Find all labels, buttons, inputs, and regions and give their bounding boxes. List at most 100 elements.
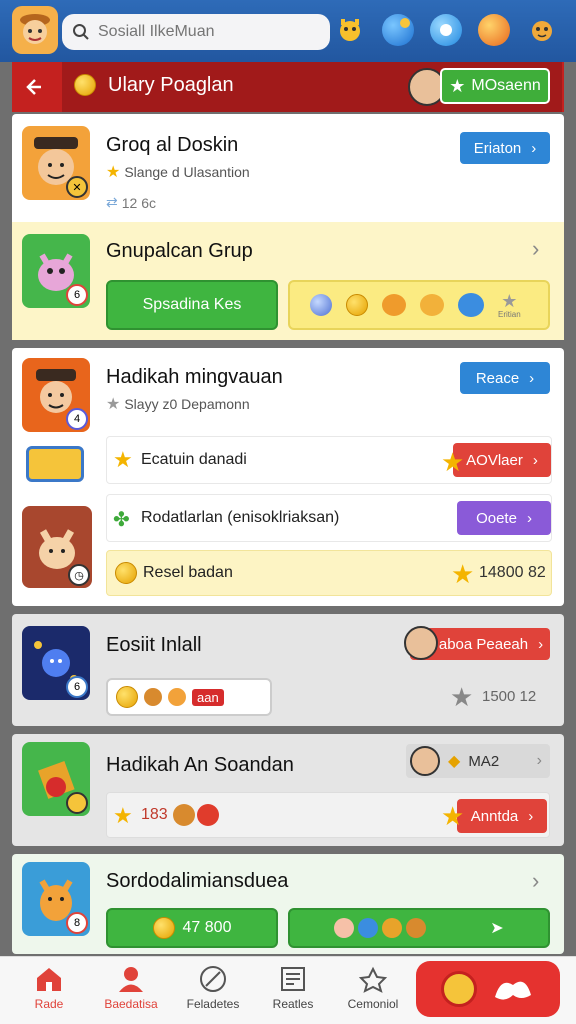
reward-value: 14800 82 — [479, 564, 546, 581]
nav-item-profile[interactable]: Baedatisa — [98, 965, 164, 1021]
level-badge-icon: 4 — [66, 408, 88, 430]
creature-icon — [495, 981, 531, 1000]
special-action-button[interactable] — [416, 961, 560, 1017]
card-title: Groq al Doskin — [106, 134, 239, 156]
nav-item-explore[interactable]: Feladetes — [180, 965, 246, 1021]
star-icon: ★ — [450, 682, 474, 712]
orb-icon — [310, 294, 332, 316]
reward-row[interactable]: Resel badan ★ 14800 82 — [106, 550, 552, 596]
pet-icon — [382, 918, 403, 938]
star-icon: ★ — [441, 801, 465, 831]
pet-thumbnail[interactable]: ◷ — [22, 506, 92, 588]
community-icon — [358, 966, 388, 993]
pet-icon — [334, 918, 355, 938]
card-thumbnail[interactable] — [22, 742, 90, 816]
arrow-right-icon: ➤ — [490, 920, 504, 937]
level-badge-icon: 6 — [66, 284, 88, 306]
header-action-button[interactable]: ★ MOsaenn — [440, 68, 550, 104]
card-meta: ⇄ 12 6c — [106, 194, 156, 211]
arrow-left-icon — [26, 79, 41, 95]
news-icon — [281, 967, 305, 991]
reward-row[interactable]: ✤ Rodatlarlan (enisoklriaksan) Ooete › — [106, 494, 552, 542]
link-icon: ⇄ — [106, 194, 118, 210]
character-avatar-icon — [20, 14, 50, 44]
bottom-navigation: Rade Baedatisa Feladetes Reatles Cemonio… — [0, 956, 576, 1024]
nav-item-home[interactable]: Rade — [16, 965, 82, 1021]
compass-icon — [200, 966, 226, 992]
search-icon — [73, 24, 89, 40]
pet-icon — [197, 804, 219, 826]
chevron-right-icon[interactable]: › — [532, 868, 539, 894]
profile-avatar[interactable] — [12, 6, 58, 54]
group-title: Gnupalcan Grup — [106, 240, 253, 262]
chevron-right-icon[interactable]: › — [532, 236, 539, 262]
card-thumbnail[interactable]: 8 — [22, 862, 90, 936]
pet-icon[interactable] — [526, 14, 558, 46]
home-icon — [37, 968, 61, 991]
nav-item-community[interactable]: Cemoniol — [340, 965, 406, 1021]
star-icon: ★ — [449, 75, 466, 96]
group-primary-button[interactable]: Spsadina Kes — [106, 280, 278, 330]
user-avatar[interactable] — [404, 626, 438, 660]
bubble-icon[interactable] — [430, 14, 462, 46]
monster-icon — [382, 294, 406, 316]
collection-coin-button[interactable]: 47 800 — [106, 908, 278, 948]
search-bar[interactable] — [62, 14, 330, 50]
orb-icon[interactable] — [382, 14, 414, 46]
search-input[interactable] — [98, 23, 318, 41]
card-thumbnail[interactable]: ✕ — [22, 126, 90, 200]
card-title: Hadikah mingvauan — [106, 366, 283, 388]
card-reward-list: 4 Hadikah mingvauan ★ Slayy z0 Depamonn … — [12, 348, 564, 606]
coin-icon: ◆ — [448, 753, 461, 770]
coin-icon — [116, 686, 138, 708]
chevron-right-icon: › — [529, 369, 535, 387]
cross-swords-icon: ✕ — [66, 176, 88, 198]
monster-icon — [420, 294, 444, 316]
challenge-button[interactable]: Anntda › — [457, 799, 547, 833]
pet-icon — [173, 804, 195, 826]
chevron-right-icon: › — [532, 451, 538, 469]
card-thumbnail[interactable]: 6 — [22, 626, 90, 700]
card-title: Sordodalimiansduea — [106, 870, 289, 892]
event-value: 1500 12 — [482, 688, 537, 705]
card-action-button[interactable]: Eriaton › — [460, 132, 550, 164]
reward-action-button[interactable]: AOVlaer › — [453, 443, 551, 477]
star-icon: ★ — [441, 447, 465, 477]
clover-icon: ✤ — [113, 509, 130, 531]
star-icon: ★ — [113, 803, 133, 828]
card-action-button[interactable]: Reace › — [460, 362, 550, 394]
level-badge-icon: 8 — [66, 912, 88, 934]
pet-icon — [406, 918, 427, 938]
top-bar — [0, 0, 576, 62]
reward-row[interactable]: ★ Ecatuin danadi AOVlaer › ★ — [106, 436, 552, 484]
star-badge: ★ Eritian — [498, 290, 521, 319]
star-icon: ★ — [451, 559, 475, 589]
coin-badge-icon — [66, 792, 88, 814]
coin-icon — [346, 294, 368, 316]
card-action-button[interactable]: ◆ MA2 › — [406, 744, 550, 778]
page-header: Ulary Poaglan ★ MOsaenn — [12, 62, 564, 112]
level-badge-icon: 6 — [66, 676, 88, 698]
star-icon: ★ — [106, 396, 121, 413]
card-subtitle: ★ Slange d Ulasantion — [106, 164, 250, 181]
pet-icon — [458, 293, 484, 317]
collection-items-button[interactable]: ➤ — [288, 908, 550, 948]
mascot-icon — [441, 971, 477, 1007]
star-icon: ★ — [113, 447, 133, 472]
group-thumbnail[interactable]: 6 — [22, 234, 90, 308]
group-rewards-strip[interactable]: ★ Eritian — [288, 280, 550, 330]
card-subtitle: ★ Slayy z0 Depamonn — [106, 396, 250, 413]
ticket-icon — [26, 446, 84, 482]
fire-orb-icon[interactable] — [478, 14, 510, 46]
star-icon: ★ — [106, 164, 121, 181]
chevron-right-icon: › — [538, 635, 544, 653]
chevron-right-icon: › — [536, 752, 542, 769]
resource-strip[interactable]: aan — [106, 678, 272, 716]
reward-action-button[interactable]: Ooete › — [457, 501, 551, 535]
card-thumbnail[interactable]: 4 — [22, 358, 90, 432]
page-title: Ulary Poaglan — [108, 74, 234, 96]
nav-item-news[interactable]: Reatles — [260, 965, 326, 1021]
monster-icon[interactable] — [334, 14, 366, 46]
pet-icon — [358, 918, 379, 938]
back-button[interactable] — [12, 62, 54, 112]
